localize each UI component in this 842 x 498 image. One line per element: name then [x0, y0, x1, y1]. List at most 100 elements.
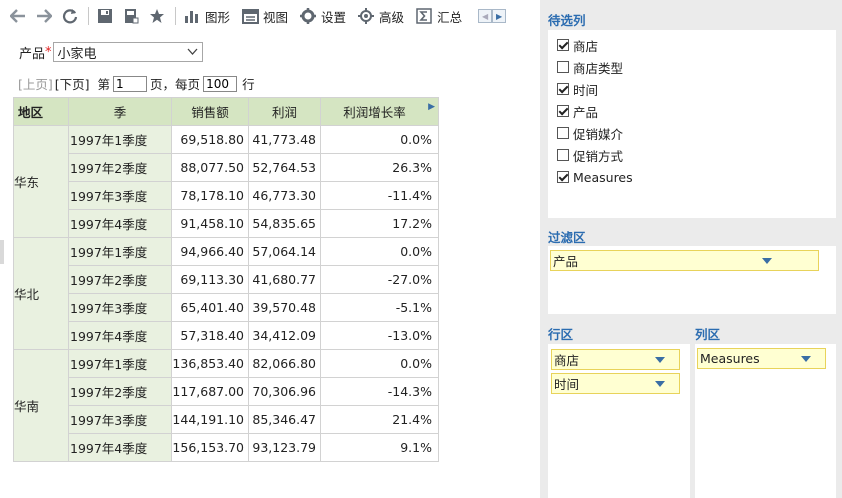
sales-cell: 91,458.10: [171, 209, 249, 238]
checkbox[interactable]: [557, 83, 569, 95]
filter-chip-product[interactable]: 产品: [550, 250, 819, 271]
column-header-profit[interactable]: 利润: [248, 97, 321, 126]
back-arrow-icon[interactable]: [8, 6, 28, 26]
view-button-label: 视图: [263, 9, 289, 25]
profit-cell: 93,123.79: [248, 433, 321, 462]
page-number-input[interactable]: [113, 75, 148, 92]
refresh-icon[interactable]: [60, 6, 80, 26]
growth-cell: -13.0%: [320, 321, 439, 350]
sales-cell: 57,318.40: [171, 321, 249, 350]
sigma-icon: [414, 6, 434, 26]
expand-right-icon[interactable]: ▶: [428, 102, 435, 112]
row-area-title: 行区: [548, 327, 574, 342]
growth-cell: -5.1%: [320, 293, 439, 322]
checkbox[interactable]: [557, 127, 569, 139]
candidates-box: 商店 商店类型 时间 产品 促销媒介 促销方式 Measures: [548, 30, 836, 218]
quarter-cell[interactable]: 1997年1季度: [68, 237, 172, 266]
table-row: 1997年2季度 88,077.50 52,764.53 26.3%: [14, 153, 439, 182]
sales-cell: 69,113.30: [171, 265, 249, 294]
pivot-table: 地区 季 销售额 利润 利润增长率 ▶ 华东 1997年1季度 69,518.8…: [13, 97, 439, 462]
forward-arrow-icon[interactable]: [34, 6, 54, 26]
dropdown-triangle-icon[interactable]: [655, 380, 665, 387]
quarter-cell[interactable]: 1997年2季度: [68, 153, 172, 182]
chart-button[interactable]: 图形: [182, 5, 230, 27]
quarter-cell[interactable]: 1997年3季度: [68, 181, 172, 210]
quarter-cell[interactable]: 1997年4季度: [68, 321, 172, 350]
checkbox[interactable]: [557, 61, 569, 73]
next-page-link[interactable]: [下页]: [55, 74, 90, 93]
profit-cell: 57,064.14: [248, 237, 321, 266]
olap-report-window: 图形 视图 设置 高级 汇总 ◀ ▶ 产品 * 小家电 [上页] [下页] 第 …: [0, 0, 842, 498]
checkbox[interactable]: [557, 105, 569, 117]
column-chip-measures[interactable]: Measures: [697, 348, 826, 369]
growth-cell: 21.4%: [320, 405, 439, 434]
row-chip-store[interactable]: 商店: [551, 349, 680, 370]
dropdown-triangle-icon[interactable]: [762, 257, 772, 264]
save-as-icon[interactable]: [121, 6, 141, 26]
quarter-cell[interactable]: 1997年2季度: [68, 265, 172, 294]
candidate-label: 商店类型: [573, 60, 624, 76]
candidate-item[interactable]: 促销媒介: [557, 122, 836, 144]
column-header-growth[interactable]: 利润增长率 ▶: [320, 97, 439, 126]
candidate-item[interactable]: 时间: [557, 78, 836, 100]
favorite-star-icon[interactable]: [147, 6, 167, 26]
required-mark: *: [45, 44, 52, 60]
region-cell[interactable]: 华东: [13, 125, 69, 238]
toolbar-scroll-left-icon[interactable]: ◀: [478, 9, 493, 23]
quarter-cell[interactable]: 1997年3季度: [68, 293, 172, 322]
candidate-item[interactable]: 产品: [557, 100, 836, 122]
candidates-title: 待选列: [548, 13, 586, 28]
sales-cell: 144,191.10: [171, 405, 249, 434]
rows-per-page-input[interactable]: [203, 75, 238, 92]
dropdown-triangle-icon[interactable]: [655, 356, 665, 363]
summary-button[interactable]: 汇总: [414, 5, 462, 27]
profit-cell: 70,306.96: [248, 377, 321, 406]
quarter-cell[interactable]: 1997年3季度: [68, 405, 172, 434]
dropdown-triangle-icon[interactable]: [801, 355, 811, 362]
profit-cell: 39,570.48: [248, 293, 321, 322]
page-suffix: 页，每页: [150, 77, 201, 92]
checkbox[interactable]: [557, 39, 569, 51]
checkbox[interactable]: [557, 149, 569, 161]
settings-button[interactable]: 设置: [298, 5, 346, 27]
growth-cell: 0.0%: [320, 125, 439, 154]
column-header-sales[interactable]: 销售额: [171, 97, 249, 126]
toolbar-scroll-right-icon[interactable]: ▶: [492, 9, 507, 23]
quarter-cell[interactable]: 1997年2季度: [68, 377, 172, 406]
field-panel: 待选列 商店 商店类型 时间 产品 促销媒介 促销方式 Measures 过滤区…: [540, 0, 842, 498]
advanced-button[interactable]: 高级: [356, 5, 404, 27]
region-cell[interactable]: 华南: [13, 349, 69, 462]
profit-cell: 34,412.09: [248, 321, 321, 350]
profit-cell: 85,346.47: [248, 405, 321, 434]
profit-cell: 41,773.48: [248, 125, 321, 154]
growth-cell: -27.0%: [320, 265, 439, 294]
sales-cell: 156,153.70: [171, 433, 249, 462]
column-header-quarter[interactable]: 季: [68, 97, 172, 126]
table-row: 1997年2季度 117,687.00 70,306.96 -14.3%: [14, 377, 439, 406]
region-cell[interactable]: 华北: [13, 237, 69, 350]
gear-icon: [298, 6, 318, 26]
save-icon[interactable]: [95, 6, 115, 26]
column-header-region[interactable]: 地区: [13, 97, 69, 126]
table-row: 1997年3季度 144,191.10 85,346.47 21.4%: [14, 405, 439, 434]
table-row: 1997年4季度 57,318.40 34,412.09 -13.0%: [14, 321, 439, 350]
quarter-cell[interactable]: 1997年1季度: [68, 349, 172, 378]
row-chip-time[interactable]: 时间: [551, 373, 680, 394]
candidate-item[interactable]: 商店类型: [557, 56, 836, 78]
quarter-cell[interactable]: 1997年1季度: [68, 125, 172, 154]
sales-cell: 88,077.50: [171, 153, 249, 182]
candidate-item[interactable]: 促销方式: [557, 144, 836, 166]
table-row: 1997年3季度 65,401.40 39,570.48 -5.1%: [14, 293, 439, 322]
quarter-cell[interactable]: 1997年4季度: [68, 433, 172, 462]
profit-cell: 46,773.30: [248, 181, 321, 210]
candidate-item[interactable]: Measures: [557, 166, 836, 188]
product-select[interactable]: 小家电: [52, 42, 203, 62]
sales-cell: 117,687.00: [171, 377, 249, 406]
left-collapse-handle[interactable]: [0, 240, 4, 264]
prev-page-link[interactable]: [上页]: [18, 74, 53, 93]
pager: [上页] [下页] 第 页，每页 行: [18, 74, 255, 93]
candidate-item[interactable]: 商店: [557, 34, 836, 56]
checkbox[interactable]: [557, 171, 569, 183]
quarter-cell[interactable]: 1997年4季度: [68, 209, 172, 238]
view-button[interactable]: 视图: [240, 5, 288, 27]
